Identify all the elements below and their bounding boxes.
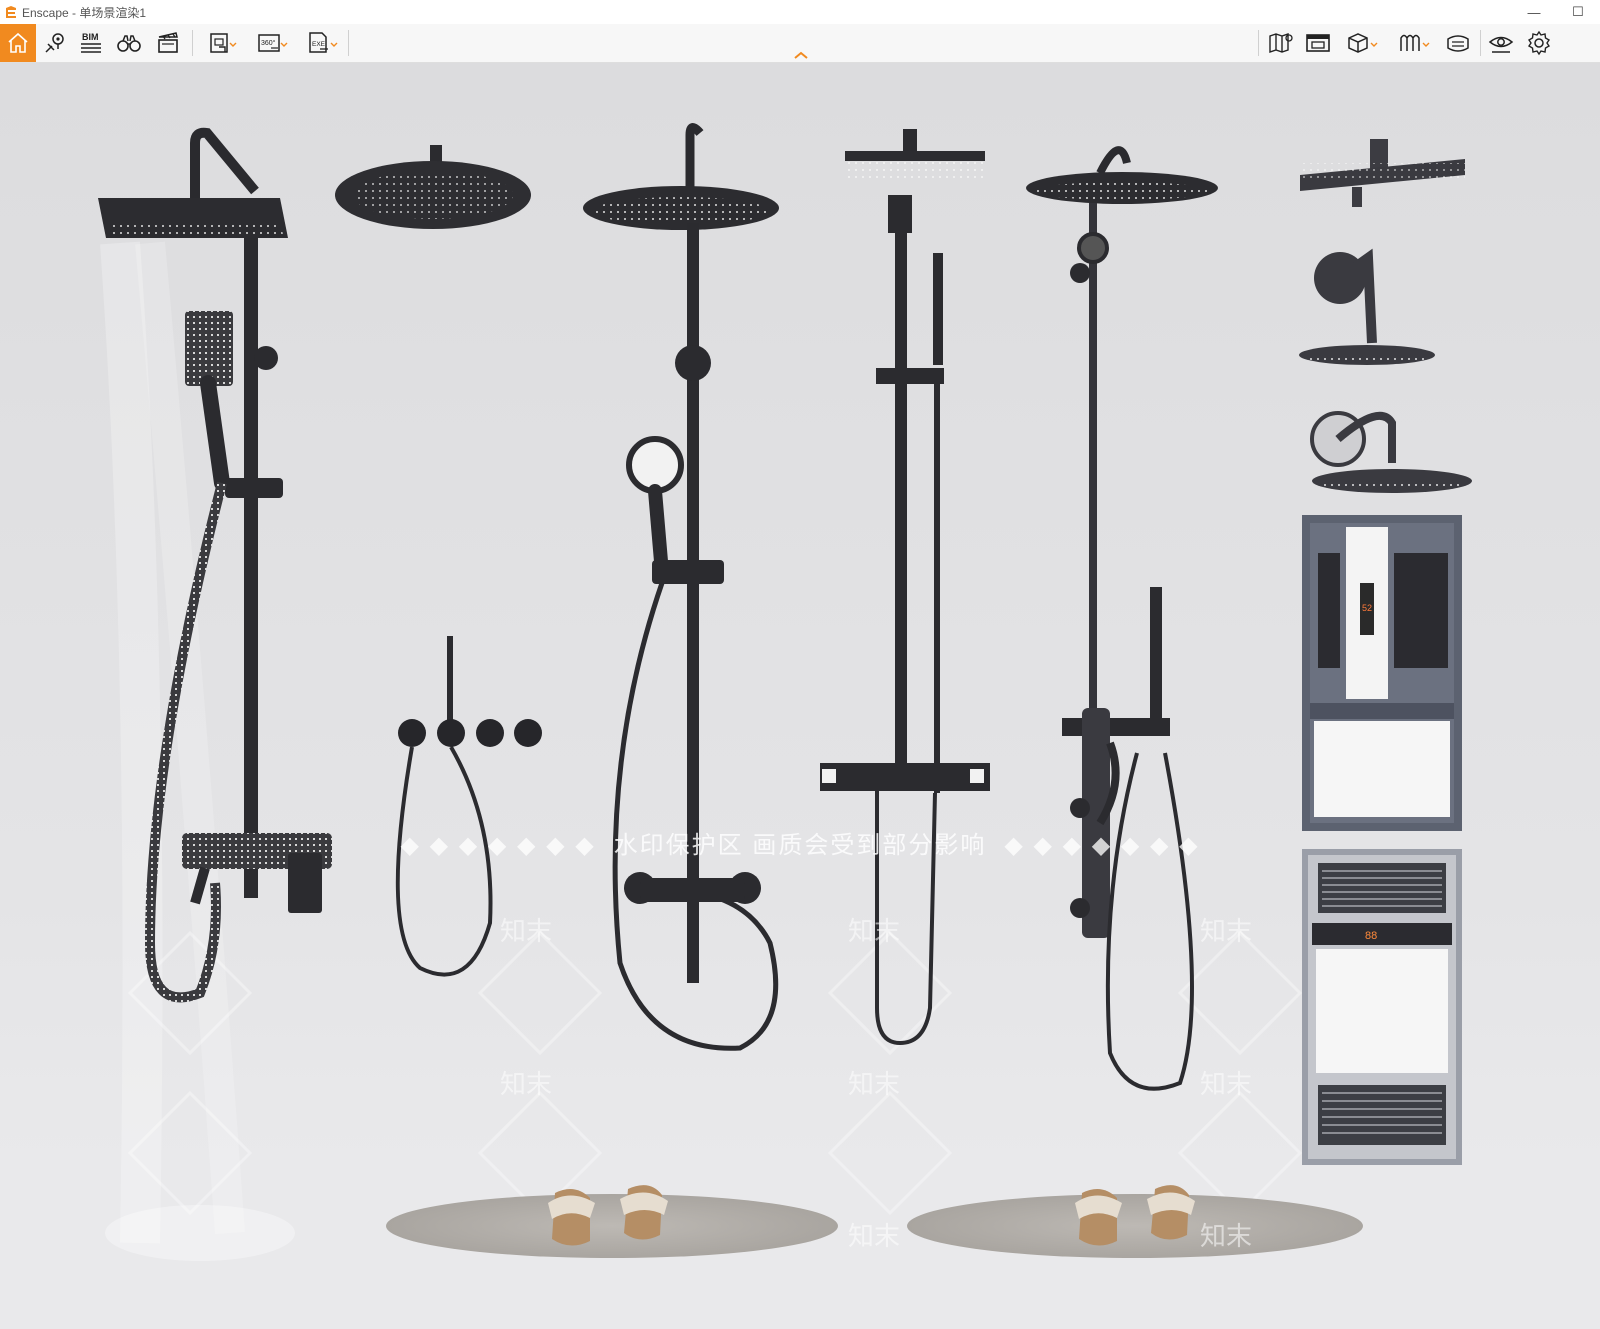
watermark-tile-text: 知末 — [500, 1070, 552, 1100]
minimize-button[interactable]: — — [1512, 0, 1556, 24]
render-viewport[interactable]: 52 88 知末 知末 知末 知末 知末 知末 知末 知末 ◆ ◆ ◆ ◆ ◆ … — [0, 63, 1600, 1329]
watermark-dots: ◆ ◆ ◆ ◆ ◆ ◆ ◆ — [1004, 832, 1200, 859]
window-controls: — ☐ — [1512, 0, 1600, 24]
packages-button[interactable] — [1440, 24, 1476, 62]
watermark-tile-text: 知末 — [848, 1070, 900, 1100]
bath-heater-panel: 52 — [1302, 515, 1462, 831]
view-management-button[interactable] — [38, 24, 72, 62]
video-editor-button[interactable] — [150, 24, 186, 62]
settings-gear-icon — [1528, 30, 1550, 56]
export-exe-icon: EXE — [309, 32, 338, 53]
material-editor-button[interactable] — [1388, 24, 1438, 62]
window-title: Enscape - 单场景渲染1 — [22, 5, 147, 20]
map-pin-icon — [45, 33, 64, 53]
watermark-dots: ◆ ◆ ◆ ◆ ◆ ◆ ◆ — [400, 832, 596, 859]
main-toolbar: BIM 360° EXE — [0, 24, 1600, 63]
home-button[interactable] — [0, 24, 36, 62]
view-eye-icon — [1488, 36, 1514, 53]
chevron-up-icon — [794, 51, 808, 59]
watermark-tile-text: 知末 — [848, 917, 900, 947]
packages-icon — [1447, 35, 1469, 52]
screenshot-button[interactable] — [198, 24, 246, 62]
scene-render: 52 88 知末 知末 知末 知末 知末 知末 知末 知末 — [0, 63, 1600, 1329]
heater-display-1: 52 — [1362, 603, 1372, 613]
material-icon — [1400, 34, 1430, 51]
map-button[interactable] — [1264, 24, 1298, 62]
binoculars-icon — [117, 35, 141, 52]
maximize-button[interactable]: ☐ — [1556, 0, 1600, 24]
fly-mode-button[interactable] — [111, 24, 147, 62]
toolbar-separator — [192, 30, 193, 56]
heater-display-2: 88 — [1365, 930, 1377, 942]
svg-text:EXE: EXE — [312, 41, 326, 48]
enscape-logo-icon — [0, 0, 22, 24]
enscape-window: Enscape - 单场景渲染1 — ☐ BIM 360° EXE 52 88 … — [0, 0, 1600, 1329]
watermark-tile-text: 知末 — [1200, 1222, 1252, 1252]
svg-text:360°: 360° — [261, 39, 276, 47]
watermark-tile-text: 知末 — [1200, 1070, 1252, 1100]
svg-text:BIM: BIM — [82, 32, 99, 42]
view-settings-button[interactable] — [1484, 24, 1518, 62]
cube-icon — [1348, 33, 1378, 53]
toolbar-separator — [348, 30, 349, 56]
asset-library-icon — [1306, 34, 1330, 52]
bim-icon: BIM — [81, 32, 101, 53]
title-bar: Enscape - 单场景渲染1 — ☐ — [0, 0, 1600, 24]
export-exe-button[interactable]: EXE — [298, 24, 346, 62]
bim-mode-button[interactable]: BIM — [74, 24, 108, 62]
watermark-tile-text: 知末 — [848, 1222, 900, 1252]
map-icon — [1269, 33, 1293, 53]
watermark-tile-text: 知末 — [1200, 917, 1252, 947]
panorama-button[interactable]: 360° — [248, 24, 296, 62]
toolbar-separator — [1480, 30, 1481, 56]
clapperboard-icon — [158, 32, 178, 53]
panorama-icon: 360° — [258, 34, 288, 52]
toolbar-separator — [1258, 30, 1259, 56]
watermark-tile-text: 知末 — [500, 917, 552, 947]
asset-library-button[interactable] — [1300, 24, 1336, 62]
watermark-caption-row: ◆ ◆ ◆ ◆ ◆ ◆ ◆ 水印保护区 画质会受到部分影响 ◆ ◆ ◆ ◆ ◆ ◆ … — [0, 825, 1600, 860]
bath-heater-ventilation-panel: 88 — [1302, 849, 1462, 1165]
watermark-caption: 水印保护区 画质会受到部分影响 — [613, 832, 987, 859]
home-icon — [8, 32, 28, 53]
collapse-toolbar-toggle[interactable] — [786, 24, 816, 62]
settings-button[interactable] — [1522, 24, 1556, 62]
screenshot-icon — [210, 33, 237, 53]
objects-button[interactable] — [1338, 24, 1386, 62]
